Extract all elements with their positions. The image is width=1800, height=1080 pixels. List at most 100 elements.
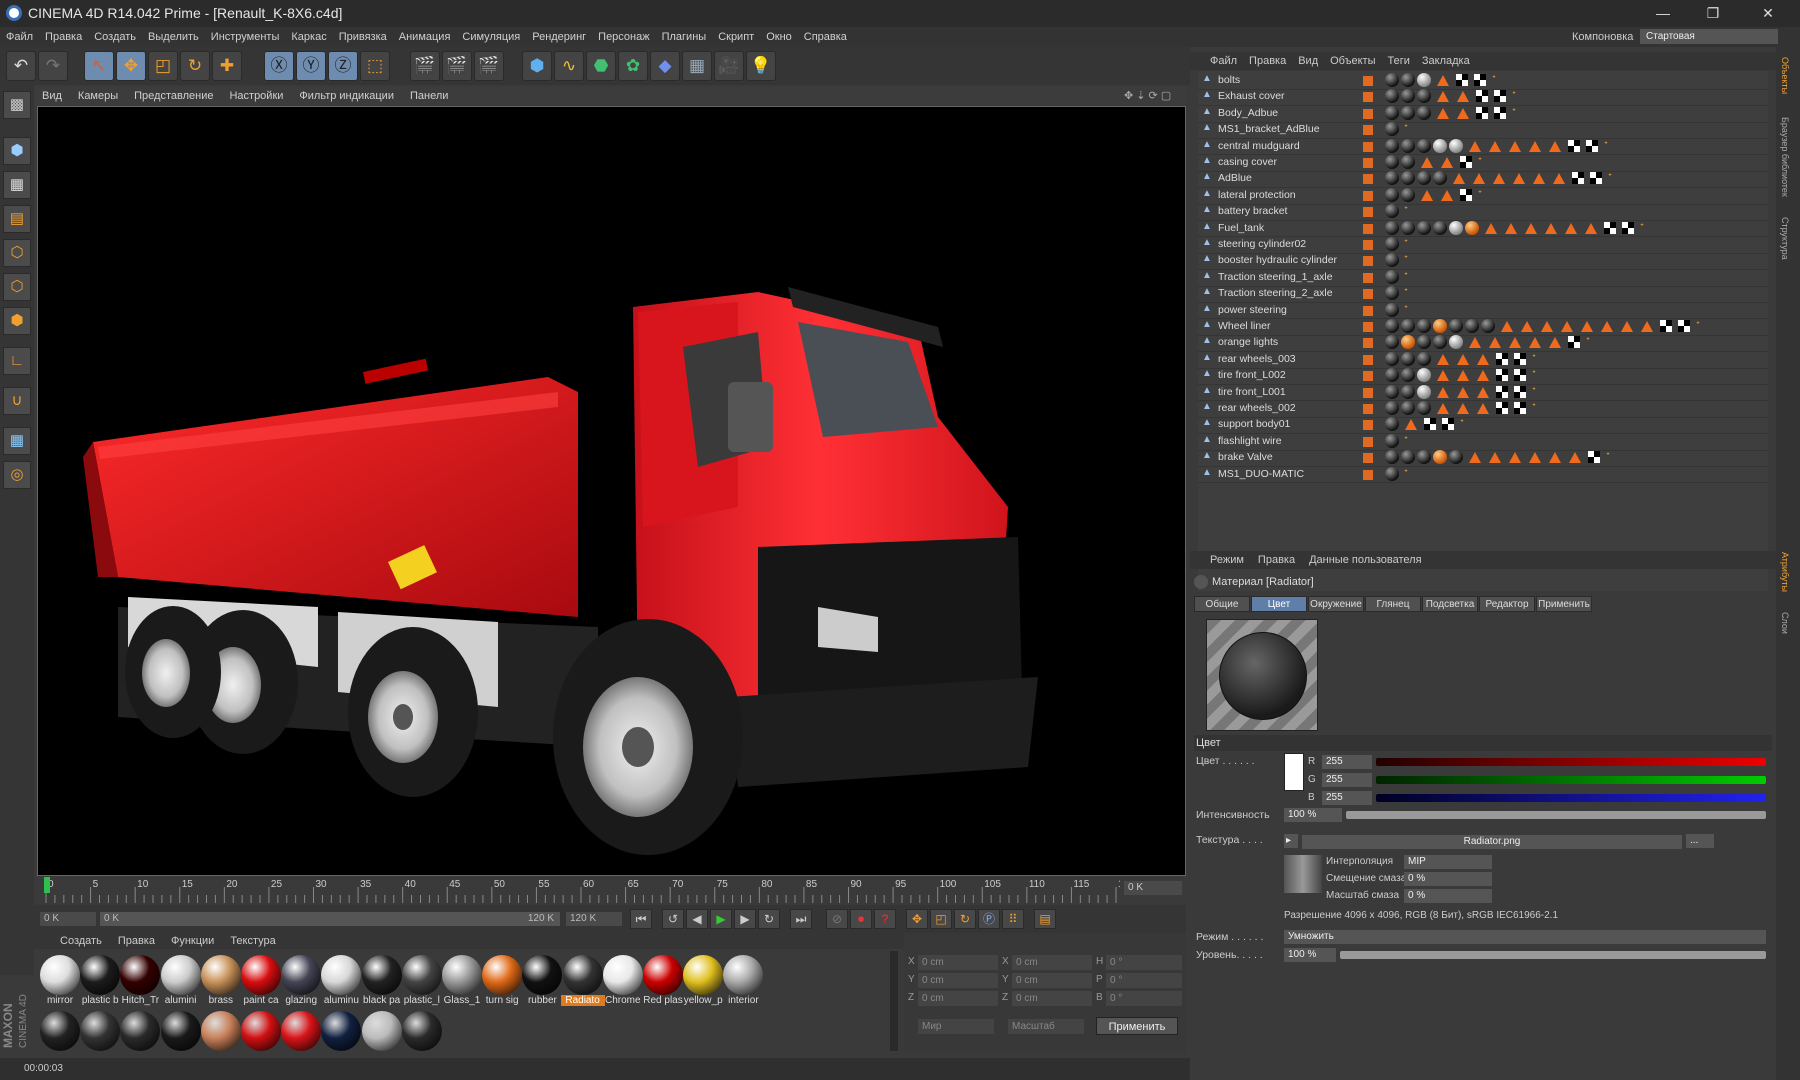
- uvw-tag-icon[interactable]: [1622, 221, 1634, 234]
- color-swatch[interactable]: [1284, 753, 1304, 791]
- rot-p-field[interactable]: 0 °: [1106, 973, 1182, 988]
- layer-color-icon[interactable]: [1363, 387, 1373, 398]
- level-slider[interactable]: [1340, 951, 1766, 959]
- material-tag-icon[interactable]: [1385, 401, 1399, 415]
- selection-tag-icon[interactable]: [1529, 140, 1541, 152]
- record-disabled-icon[interactable]: ⊘: [826, 909, 848, 929]
- material-tag-icon[interactable]: [1385, 351, 1399, 366]
- autokey-icon[interactable]: ?: [874, 909, 896, 929]
- object-tags[interactable]: ᐩ: [1385, 204, 1408, 219]
- selection-tag-icon[interactable]: [1457, 403, 1469, 414]
- obj-menu-edit[interactable]: Правка: [1243, 52, 1292, 70]
- selection-tag-icon[interactable]: [1509, 452, 1521, 464]
- deformer-icon[interactable]: ◆: [650, 51, 680, 81]
- attr-menu-mode[interactable]: Режим: [1190, 551, 1251, 569]
- uvw-tag-icon[interactable]: [1494, 90, 1506, 103]
- material-swatch[interactable]: [38, 1009, 82, 1065]
- layout-select[interactable]: Стартовая: [1640, 29, 1778, 44]
- selection-tag-icon[interactable]: [1421, 157, 1433, 168]
- material-swatch[interactable]: [78, 1009, 122, 1065]
- phong-tag-icon[interactable]: ᐩ: [1478, 189, 1482, 200]
- array-icon[interactable]: ✿: [618, 51, 648, 81]
- material-tag-icon[interactable]: [1385, 433, 1399, 448]
- phong-tag-icon[interactable]: ᐩ: [1404, 304, 1408, 315]
- material-tag-icon[interactable]: [1417, 450, 1431, 465]
- vp-menu-filter[interactable]: Фильтр индикации: [291, 87, 402, 105]
- material-tag-icon[interactable]: [1385, 368, 1399, 383]
- selection-tag-icon[interactable]: [1489, 337, 1501, 349]
- layer-color-icon[interactable]: [1363, 436, 1373, 447]
- phong-tag-icon[interactable]: ᐩ: [1404, 468, 1408, 479]
- x-axis-icon[interactable]: Ⓧ: [264, 51, 294, 81]
- material-tag-icon[interactable]: [1401, 220, 1415, 235]
- phong-tag-icon[interactable]: ᐩ: [1696, 320, 1700, 331]
- material-tag-icon[interactable]: [1449, 220, 1463, 235]
- selection-tag-icon[interactable]: [1513, 173, 1525, 185]
- material-tag-icon[interactable]: [1417, 384, 1431, 399]
- uvw-tag-icon[interactable]: [1460, 156, 1472, 168]
- selection-tag-icon[interactable]: [1477, 386, 1489, 398]
- selection-tag-icon[interactable]: [1505, 222, 1517, 234]
- selection-tag-icon[interactable]: [1489, 140, 1501, 152]
- green-field[interactable]: 255: [1322, 773, 1372, 787]
- object-tags[interactable]: ᐩ: [1385, 384, 1536, 400]
- material-swatch[interactable]: Red plas: [641, 953, 685, 1009]
- z-axis-icon[interactable]: Ⓩ: [328, 51, 358, 81]
- redo-icon[interactable]: ↷: [38, 51, 68, 81]
- uvw-tag-icon[interactable]: [1442, 418, 1454, 431]
- menu-help[interactable]: Справка: [798, 27, 853, 47]
- red-field[interactable]: 255: [1322, 755, 1372, 769]
- coord-scale-select[interactable]: Масштаб: [1008, 1019, 1084, 1034]
- interp-select[interactable]: MIP: [1404, 855, 1492, 869]
- layer-color-icon[interactable]: [1363, 305, 1373, 316]
- selection-tag-icon[interactable]: [1473, 173, 1485, 185]
- material-tag-icon[interactable]: [1385, 302, 1399, 317]
- green-slider[interactable]: [1376, 776, 1766, 784]
- timeline-ticks[interactable]: 0 5 10 15 20 25 30 35 40 45 50 55 60 65 70 75 80 85 90 95 10…: [42, 877, 1120, 905]
- selection-tag-icon[interactable]: [1437, 353, 1449, 365]
- selection-tag-icon[interactable]: [1477, 353, 1489, 365]
- layer-color-icon[interactable]: [1363, 76, 1373, 86]
- end-frame-field[interactable]: 120 K: [566, 912, 622, 926]
- uvw-tag-icon[interactable]: [1514, 402, 1526, 414]
- make-editable-icon[interactable]: ▩: [3, 91, 31, 119]
- selection-tag-icon[interactable]: [1545, 222, 1557, 234]
- object-tags[interactable]: ᐩ: [1385, 237, 1408, 252]
- phong-tag-icon[interactable]: ᐩ: [1608, 172, 1612, 183]
- move-icon[interactable]: ✥: [116, 51, 146, 81]
- attr-menu-userdata[interactable]: Данные пользователя: [1302, 551, 1428, 569]
- undo-icon[interactable]: ↶: [6, 51, 36, 81]
- size-y-field[interactable]: 0 cm: [1012, 973, 1092, 988]
- selection-tag-icon[interactable]: [1469, 452, 1481, 464]
- phong-tag-icon[interactable]: ᐩ: [1532, 353, 1536, 364]
- mat-menu-texture[interactable]: Текстура: [222, 933, 283, 949]
- selection-tag-icon[interactable]: [1437, 75, 1449, 86]
- material-swatch[interactable]: [319, 1009, 363, 1065]
- selection-tag-icon[interactable]: [1581, 321, 1593, 332]
- material-tag-icon[interactable]: [1433, 138, 1447, 153]
- material-tag-icon[interactable]: [1385, 105, 1399, 120]
- object-tags[interactable]: ᐩ: [1385, 220, 1644, 236]
- selection-tag-icon[interactable]: [1493, 173, 1505, 185]
- uvw-tag-icon[interactable]: [1424, 418, 1436, 431]
- object-tags[interactable]: ᐩ: [1385, 138, 1608, 154]
- apply-button[interactable]: Применить: [1096, 1017, 1178, 1035]
- material-tag-icon[interactable]: [1401, 105, 1415, 120]
- render-view-icon[interactable]: 🎬: [410, 51, 440, 81]
- selection-tag-icon[interactable]: [1441, 189, 1453, 201]
- material-swatch[interactable]: [118, 1009, 162, 1065]
- layer-color-icon[interactable]: [1363, 272, 1373, 283]
- material-tag-icon[interactable]: [1417, 335, 1431, 350]
- selection-tag-icon[interactable]: [1509, 337, 1521, 349]
- material-tag-icon[interactable]: [1385, 73, 1399, 87]
- texture-mode-icon[interactable]: ▦: [3, 171, 31, 199]
- material-tag-icon[interactable]: [1385, 204, 1399, 219]
- material-swatch[interactable]: interior: [721, 953, 765, 1009]
- material-tag-icon[interactable]: [1401, 401, 1415, 415]
- material-tag-icon[interactable]: [1401, 171, 1415, 186]
- material-tag-icon[interactable]: [1401, 319, 1415, 333]
- selection-tag-icon[interactable]: [1561, 321, 1573, 332]
- timeline-window-icon[interactable]: ▤: [1034, 909, 1056, 929]
- vp-menu-options[interactable]: Настройки: [221, 87, 291, 105]
- material-tag-icon[interactable]: [1385, 335, 1399, 350]
